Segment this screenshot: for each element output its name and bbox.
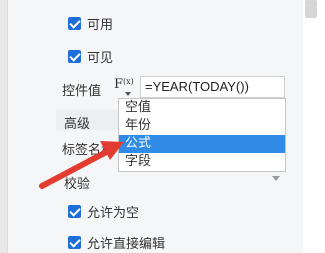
dropdown-option-year[interactable]: 年份 bbox=[119, 117, 285, 135]
property-panel: 可用 可见 控件值 F(x) =YEAR(TODAY()) 高级 标签名称 校验… bbox=[0, 0, 325, 253]
dropdown-option-empty[interactable]: 空值 bbox=[119, 99, 285, 117]
fx-subscript: (x) bbox=[123, 77, 134, 86]
enabled-checkbox-row[interactable]: 可用 bbox=[68, 14, 113, 33]
allow-empty-checkbox-row[interactable]: 允许为空 bbox=[68, 202, 139, 221]
enabled-label: 可用 bbox=[87, 18, 114, 33]
left-divider bbox=[0, 0, 8, 253]
scrollbar-track[interactable] bbox=[303, 0, 325, 253]
allow-empty-label: 允许为空 bbox=[87, 206, 140, 221]
control-value-label: 控件值 bbox=[62, 84, 102, 99]
visible-label: 可见 bbox=[87, 51, 114, 66]
allow-direct-edit-checkbox[interactable] bbox=[68, 236, 81, 249]
visible-checkbox-row[interactable]: 可见 bbox=[68, 47, 113, 66]
dropdown-option-field[interactable]: 字段 bbox=[119, 153, 285, 171]
formula-input[interactable]: =YEAR(TODAY()) bbox=[140, 76, 285, 98]
fx-dropdown-triangle-icon bbox=[125, 92, 131, 96]
dropdown-option-formula[interactable]: 公式 bbox=[119, 135, 285, 153]
fx-letter: F bbox=[114, 77, 124, 92]
allow-direct-edit-label: 允许直接编辑 bbox=[87, 237, 166, 252]
tag-name-label: 标签名称 bbox=[62, 143, 115, 158]
scrollbar-thumb[interactable] bbox=[305, 0, 317, 18]
enabled-checkbox[interactable] bbox=[68, 17, 81, 30]
advanced-section-label: 高级 bbox=[64, 117, 91, 132]
allow-direct-edit-checkbox-row[interactable]: 允许直接编辑 bbox=[68, 233, 165, 252]
visible-checkbox[interactable] bbox=[68, 50, 81, 63]
value-type-dropdown[interactable]: 空值 年份 公式 字段 bbox=[118, 98, 286, 172]
validation-collapse-icon[interactable] bbox=[272, 176, 280, 181]
validation-section-label: 校验 bbox=[64, 177, 91, 192]
allow-empty-checkbox[interactable] bbox=[68, 205, 81, 218]
fx-icon[interactable]: F(x) bbox=[114, 77, 138, 97]
